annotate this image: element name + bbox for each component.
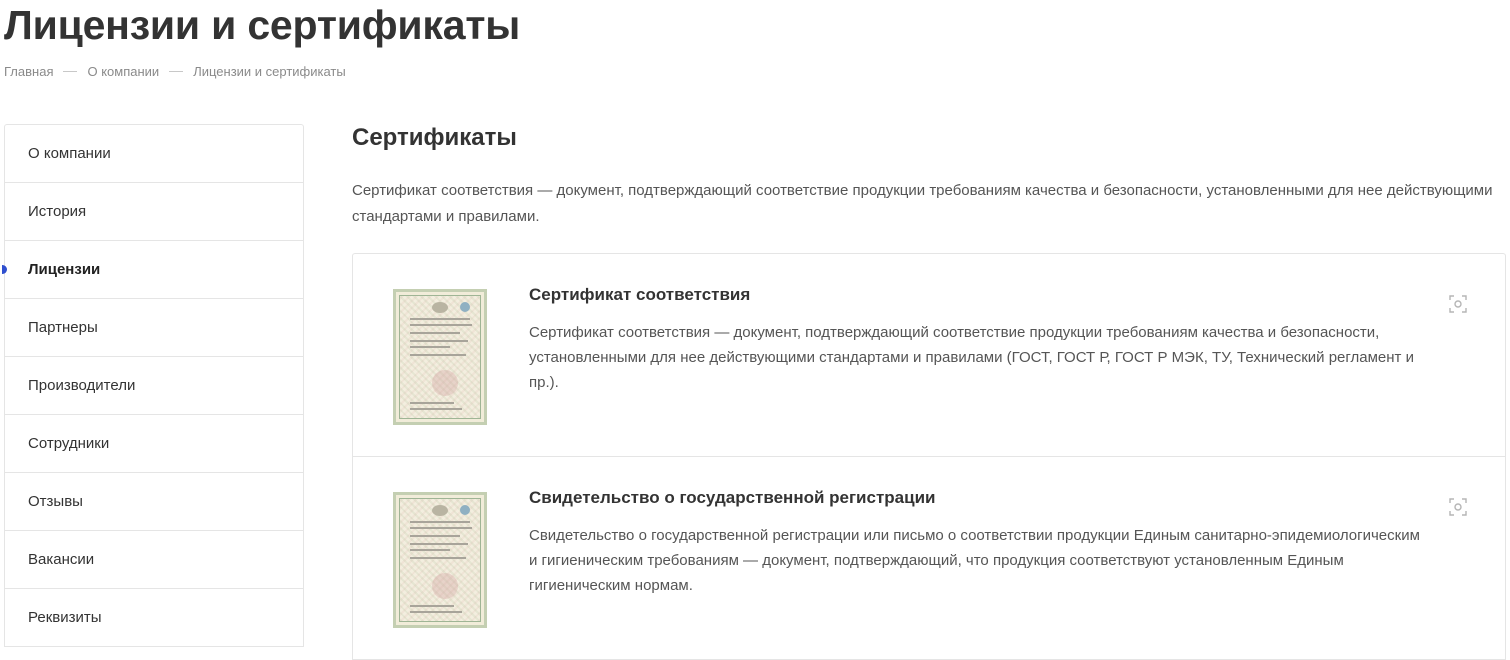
certificate-thumbnail[interactable] bbox=[393, 492, 487, 628]
sidebar-item-manufacturers[interactable]: Производители bbox=[5, 357, 303, 415]
sidebar-menu: О компании История Лицензии Партнеры Про… bbox=[2, 124, 304, 647]
section-title: Сертификаты bbox=[352, 124, 517, 151]
sidebar-item-label: Реквизиты bbox=[28, 609, 102, 626]
sidebar-item-staff[interactable]: Сотрудники bbox=[5, 415, 303, 473]
sidebar-item-licenses[interactable]: Лицензии bbox=[2, 241, 303, 299]
sidebar-item-label: Лицензии bbox=[28, 261, 101, 278]
breadcrumb-current: Лицензии и сертификаты bbox=[193, 64, 346, 79]
active-indicator bbox=[2, 264, 7, 274]
zoom-icon[interactable] bbox=[1449, 498, 1467, 516]
breadcrumb: Главная О компании Лицензии и сертификат… bbox=[4, 64, 346, 79]
certificate-card: Свидетельство о государственной регистра… bbox=[353, 457, 1505, 660]
card-title[interactable]: Сертификат соответствия bbox=[529, 285, 750, 305]
breadcrumb-about-link[interactable]: О компании bbox=[87, 64, 159, 79]
sidebar-item-history[interactable]: История bbox=[5, 183, 303, 241]
breadcrumb-separator bbox=[169, 71, 184, 72]
card-text: Сертификат соответствия — документ, подт… bbox=[529, 324, 1414, 391]
sidebar-item-requisites[interactable]: Реквизиты bbox=[5, 589, 303, 647]
card-title[interactable]: Свидетельство о государственной регистра… bbox=[529, 488, 935, 508]
sidebar-item-about[interactable]: О компании bbox=[5, 125, 303, 183]
sidebar-item-vacancies[interactable]: Вакансии bbox=[5, 531, 303, 589]
breadcrumb-home-link[interactable]: Главная bbox=[4, 64, 53, 79]
sidebar-item-label: Партнеры bbox=[28, 319, 98, 336]
sidebar-item-label: О компании bbox=[28, 145, 111, 162]
certificate-thumbnail[interactable] bbox=[393, 289, 487, 425]
sidebar-item-label: Сотрудники bbox=[28, 435, 110, 452]
section-description: Сертификат соответствия — документ, подт… bbox=[352, 182, 1493, 225]
sidebar-item-partners[interactable]: Партнеры bbox=[5, 299, 303, 357]
sidebar-item-label: Производители bbox=[28, 377, 136, 394]
card-text: Свидетельство о государственной регистра… bbox=[529, 527, 1420, 594]
certificate-card: Сертификат соответствия Сертификат соотв… bbox=[353, 254, 1505, 457]
breadcrumb-separator bbox=[63, 71, 78, 72]
sidebar-item-reviews[interactable]: Отзывы bbox=[5, 473, 303, 531]
certificates-list: Сертификат соответствия Сертификат соотв… bbox=[352, 253, 1506, 660]
sidebar-item-label: Отзывы bbox=[28, 493, 83, 510]
sidebar-item-label: История bbox=[28, 203, 87, 220]
sidebar-item-label: Вакансии bbox=[28, 551, 95, 568]
zoom-icon[interactable] bbox=[1449, 295, 1467, 313]
page-title: Лицензии и сертификаты bbox=[4, 2, 521, 48]
